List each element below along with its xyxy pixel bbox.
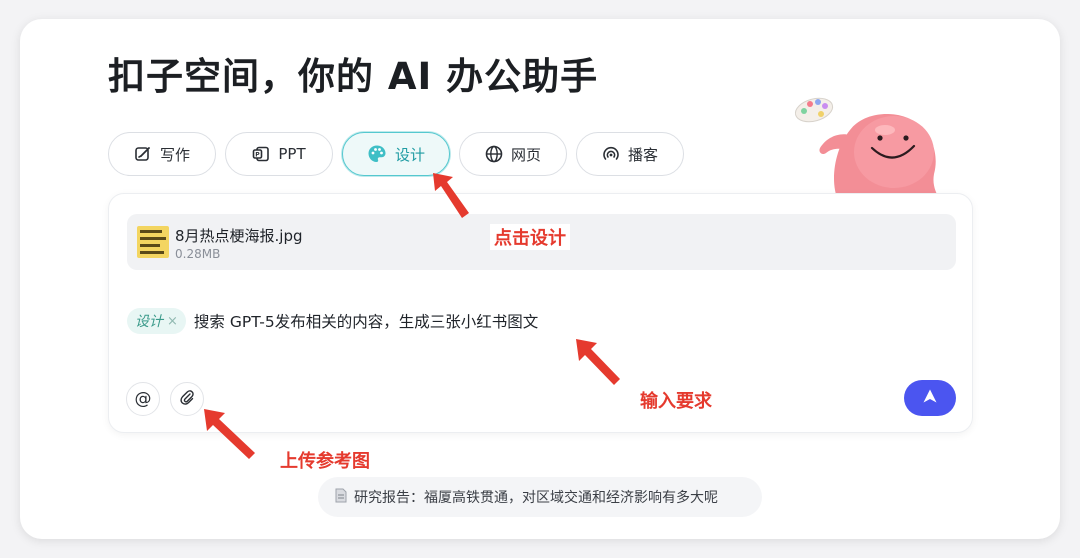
paperclip-icon: [179, 389, 195, 410]
globe-icon: [485, 145, 503, 163]
attachment-size: 0.28MB: [175, 247, 221, 261]
annotation-upload-reference: 上传参考图: [280, 451, 370, 472]
annotation-arrow-upload: [204, 409, 255, 459]
image-thumbnail: [137, 226, 169, 258]
mention-button[interactable]: @: [126, 382, 160, 416]
prompt-text-row[interactable]: 设计 × 搜索 GPT-5发布相关的内容，生成三张小红书图文: [127, 308, 538, 334]
pen-square-icon: [134, 145, 152, 163]
page-title: 扣子空间，你的 AI 办公助手: [108, 55, 599, 98]
attachment-name: 8月热点梗海报.jpg: [175, 227, 303, 245]
ppt-icon: P: [252, 145, 270, 163]
tab-webpage[interactable]: 网页: [459, 132, 567, 176]
attach-button[interactable]: [170, 382, 204, 416]
tab-label: 播客: [627, 145, 658, 164]
tab-label: PPT: [278, 145, 306, 163]
mascot-illustration: [790, 90, 950, 205]
palette-icon: [367, 144, 387, 164]
palette-icon: [794, 97, 834, 123]
tab-writing[interactable]: 写作: [108, 132, 216, 176]
design-tag-label: 设计: [135, 314, 163, 330]
suggestion-chip[interactable]: 研究报告：福厦高铁贯通，对区域交通和经济影响有多大呢: [318, 477, 762, 517]
tab-label: 写作: [159, 145, 190, 164]
prompt-input-text[interactable]: 搜索 GPT-5发布相关的内容，生成三张小红书图文: [194, 310, 538, 332]
design-mode-tag: 设计 ×: [127, 308, 186, 334]
annotation-arrow-design: [433, 173, 469, 218]
document-icon: [334, 488, 348, 507]
annotation-input-requirement: 输入要求: [640, 391, 712, 412]
tab-label: 网页: [510, 145, 541, 164]
at-icon: @: [134, 389, 152, 409]
suggestion-text: 研究报告：福厦高铁贯通，对区域交通和经济影响有多大呢: [354, 490, 718, 506]
send-arrow-icon: [922, 388, 938, 408]
tab-podcast[interactable]: 播客: [576, 132, 684, 176]
tab-ppt[interactable]: P PPT: [225, 132, 333, 176]
svg-text:P: P: [256, 152, 261, 159]
tab-label: 设计: [394, 145, 425, 164]
send-button[interactable]: [904, 380, 956, 416]
annotation-click-design: 点击设计: [490, 224, 570, 250]
remove-tag-icon[interactable]: ×: [167, 314, 178, 329]
annotation-arrow-input: [576, 339, 620, 385]
podcast-icon: [602, 145, 620, 163]
